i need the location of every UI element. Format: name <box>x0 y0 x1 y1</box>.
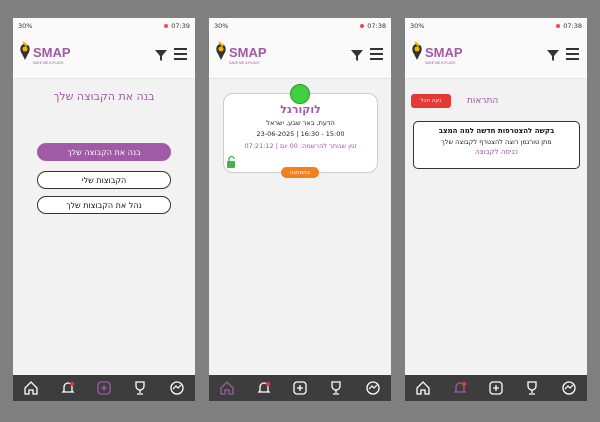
clock: 07:39 <box>171 22 190 30</box>
status-bar: 30% 07:39 <box>13 18 195 34</box>
my-groups-button[interactable]: הקבוצות שלי <box>37 171 171 189</box>
battery-status: 30% <box>214 22 229 30</box>
home-icon[interactable] <box>219 380 235 396</box>
group-title: לוקורגל <box>280 103 321 116</box>
home-icon[interactable] <box>23 380 39 396</box>
hamburger-menu-icon[interactable] <box>174 48 187 63</box>
messenger-icon[interactable] <box>169 380 185 396</box>
notification-dot-icon <box>360 24 365 28</box>
filter-icon[interactable] <box>547 49 559 61</box>
trophy-icon[interactable] <box>328 380 344 396</box>
add-icon[interactable] <box>488 380 504 396</box>
messenger-icon[interactable] <box>365 380 381 396</box>
page-title: בנה את הקבוצה שלך <box>53 90 155 103</box>
smap-logo: SMAP SAVE ME A PLACE <box>216 41 267 65</box>
hamburger-menu-icon[interactable] <box>566 48 579 63</box>
notification-dot-icon <box>164 24 169 28</box>
home-icon[interactable] <box>415 380 431 396</box>
group-datetime: 23-06-2025 | 16:30 - 15:00 <box>256 130 345 138</box>
brand-tagline: SAVE ME A PLACE <box>425 61 456 65</box>
phone-screen-build-group: 30% 07:39 SMAP SAVE ME A PLACE בנה את הק… <box>13 18 195 401</box>
unlock-icon <box>227 156 235 168</box>
filter-icon[interactable] <box>351 49 363 61</box>
brand-name: SMAP <box>425 45 463 60</box>
hamburger-menu-icon[interactable] <box>370 48 383 63</box>
bottom-nav <box>209 375 391 401</box>
group-location: הדעת, באר שבע, ישראל <box>266 119 335 127</box>
smap-logo: SMAP SAVE ME A PLACE <box>20 41 71 65</box>
enter-group-link[interactable]: כניסה לקבוצה <box>414 148 579 156</box>
registration-timer: זמן שנותר להרשמה: 00 יום | 07:21:12 <box>244 142 357 150</box>
bottom-nav <box>13 375 195 401</box>
clock: 07:38 <box>367 22 386 30</box>
battery-status: 30% <box>18 22 33 30</box>
manage-groups-button[interactable]: נהל את הקבוצות שלך <box>37 196 171 214</box>
bell-icon[interactable] <box>60 380 76 396</box>
messenger-icon[interactable] <box>561 380 577 396</box>
clock: 07:38 <box>563 22 582 30</box>
battery-status: 30% <box>410 22 425 30</box>
status-bar: 30% 07:38 <box>209 18 391 34</box>
page-title: התראות <box>467 96 499 106</box>
phone-screen-notifications: 30% 07:38 SMAP SAVE ME A PLACE נקה הכל ה… <box>405 18 587 401</box>
brand-tagline: SAVE ME A PLACE <box>33 61 64 65</box>
notification-heading: בקשה להצטרפות חדשה למה המצב <box>438 127 555 135</box>
main-content: נקה הכל התראות בקשה להצטרפות חדשה למה המ… <box>405 78 587 375</box>
brand-name: SMAP <box>33 45 71 60</box>
main-content: לוקורגל הדעת, באר שבע, ישראל 23-06-2025 … <box>209 78 391 375</box>
brand-tagline: SAVE ME A PLACE <box>229 61 260 65</box>
phone-screen-group-card: 30% 07:38 SMAP SAVE ME A PLACE לוקורגל ה… <box>209 18 391 401</box>
build-group-button[interactable]: בנה את הקבוצה שלך <box>37 143 171 161</box>
bottom-nav <box>405 375 587 401</box>
add-icon[interactable] <box>292 380 308 396</box>
smap-logo: SMAP SAVE ME A PLACE <box>412 41 463 65</box>
add-icon[interactable] <box>96 380 112 396</box>
app-bar: SMAP SAVE ME A PLACE <box>209 34 391 79</box>
sport-icon <box>290 84 310 104</box>
group-card[interactable]: לוקורגל הדעת, באר שבע, ישראל 23-06-2025 … <box>223 84 378 178</box>
brand-name: SMAP <box>229 45 267 60</box>
app-bar: SMAP SAVE ME A PLACE <box>405 34 587 79</box>
notification-body: מתן טורגמן רוצה להצטרף לקבוצה שלך <box>441 138 552 146</box>
trophy-icon[interactable] <box>132 380 148 396</box>
bell-icon[interactable] <box>452 380 468 396</box>
filter-icon[interactable] <box>155 49 167 61</box>
status-bar: 30% 07:38 <box>405 18 587 34</box>
notifications-header: נקה הכל התראות <box>405 94 587 110</box>
clear-all-button[interactable]: נקה הכל <box>411 94 451 108</box>
notification-card[interactable]: בקשה להצטרפות חדשה למה המצב מתן טורגמן ר… <box>413 121 580 169</box>
trophy-icon[interactable] <box>524 380 540 396</box>
bell-icon[interactable] <box>256 380 272 396</box>
notification-dot-icon <box>556 24 561 28</box>
app-bar: SMAP SAVE ME A PLACE <box>13 34 195 79</box>
status-badge: בהמתנה <box>281 167 319 178</box>
main-content: בנה את הקבוצה שלך בנה את הקבוצה שלך הקבו… <box>13 78 195 375</box>
